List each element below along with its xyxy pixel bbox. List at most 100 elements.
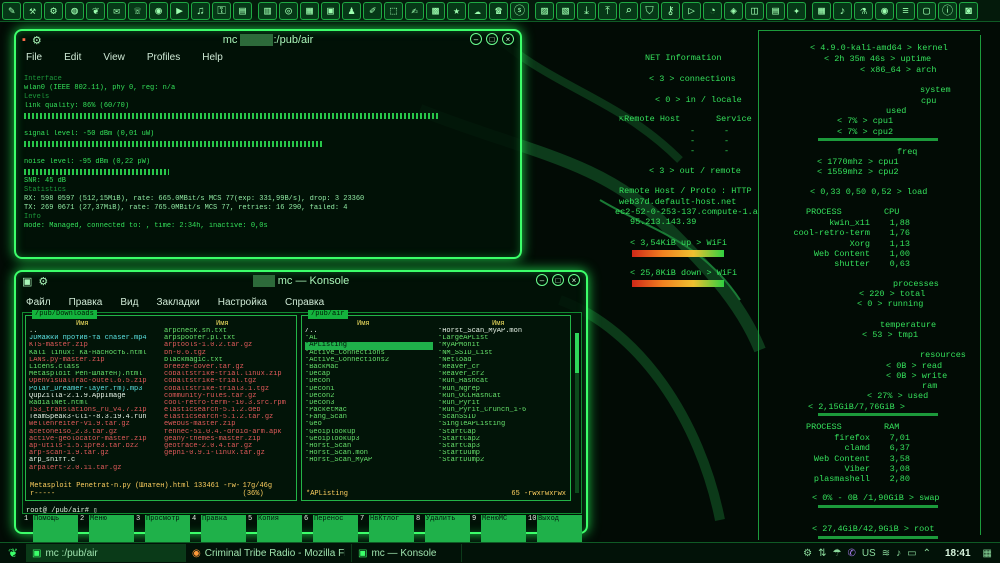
wavemon-titlebar[interactable]: ▪ ⚙ mc xxxxxx:/pub/air – □ × <box>16 31 520 49</box>
scrollbar-thumb[interactable] <box>575 333 579 373</box>
list-item[interactable]: *Decon <box>305 378 433 385</box>
list-item[interactable]: *MyAPMonit <box>438 342 568 349</box>
list-item[interactable]: Kali linux: Ка-насность.html <box>29 350 159 357</box>
list-item[interactable]: geotrace-2.0.4.tar.gz <box>164 443 294 450</box>
eye-icon[interactable]: ◉ <box>875 1 894 20</box>
viber-tray-icon[interactable]: ✆ <box>847 548 855 559</box>
list-item[interactable]: breeze-cover.tar.gz <box>164 364 294 371</box>
wifi-tray-icon[interactable]: ≋ <box>882 548 890 559</box>
phone-icon[interactable]: ☎ <box>489 1 508 20</box>
list-item[interactable]: arp-scan-1.9.tar.gz <box>29 450 159 457</box>
list-item[interactable]: Metasploit Pen-Шлатен).html <box>29 371 159 378</box>
list-item[interactable]: arpcheck.sh.txt <box>164 328 294 335</box>
list-item[interactable]: .. <box>29 328 159 335</box>
scrollbar[interactable] <box>575 333 579 493</box>
list-item[interactable]: *Horst_Scan_MyAP.mon <box>438 328 568 335</box>
list-item[interactable]: cobaltstrike-trial3.1.tgz <box>164 386 294 393</box>
list-item[interactable]: *StartDump2 <box>438 457 568 464</box>
window-icon[interactable]: ▢ <box>917 1 936 20</box>
list-item[interactable]: *Run_Hashcat <box>438 378 568 385</box>
globe-icon[interactable]: ◍ <box>65 1 84 20</box>
chat-icon[interactable]: ☏ <box>128 1 147 20</box>
paint-icon[interactable]: ✐ <box>363 1 382 20</box>
lab-icon[interactable]: ⚗ <box>854 1 873 20</box>
list-item[interactable]: *Run_OCLHashCat <box>438 393 568 400</box>
book2-icon[interactable]: ▤ <box>766 1 785 20</box>
volume-tray-icon[interactable]: ♪ <box>896 548 901 559</box>
list-item[interactable]: community-rules.tar.gz <box>164 393 294 400</box>
list-item[interactable]: bh-0.6.tgz <box>164 350 294 357</box>
upload-icon[interactable]: ⤒ <box>598 1 617 20</box>
list-item[interactable]: *Netload <box>438 357 568 364</box>
sound-icon[interactable]: ♪ <box>833 1 852 20</box>
search-icon[interactable]: ⌕ <box>619 1 638 20</box>
maximize-icon[interactable]: □ <box>486 33 498 45</box>
menu-settings[interactable]: Настройка <box>218 297 267 308</box>
list-item[interactable]: cobaltstrike-trial.tgz <box>164 378 294 385</box>
taskbar-task[interactable]: ▣ mc :/pub/air <box>26 544 186 562</box>
book-icon[interactable]: ▧ <box>556 1 575 20</box>
list-item[interactable]: LANs.py-master.zip <box>29 357 159 364</box>
list-item[interactable]: *Horst_Scan <box>305 443 433 450</box>
ham-icon[interactable]: ◫ <box>745 1 764 20</box>
close-icon[interactable]: × <box>568 274 580 286</box>
music-icon[interactable]: ♫ <box>191 1 210 20</box>
mixer-icon[interactable]: ≡ <box>896 1 915 20</box>
settings-icon[interactable]: ⚙ <box>44 1 63 20</box>
menu-bookmarks[interactable]: Закладки <box>156 297 199 308</box>
network-tray-icon[interactable]: ⇅ <box>818 548 826 559</box>
taskbar-task[interactable]: ▣ mc — Konsole <box>352 544 462 562</box>
list-item[interactable]: geany-themes-master.zip <box>164 436 294 443</box>
list-item[interactable]: *BackMac <box>305 364 433 371</box>
desktop-icon[interactable]: ▦ <box>983 548 992 559</box>
menu-help[interactable]: Справка <box>285 297 324 308</box>
kali-menu-icon[interactable]: ❦ <box>0 546 26 560</box>
key-icon[interactable]: ⚷ <box>661 1 680 20</box>
list-item[interactable]: cool-retro-term--10.3.src.rpm <box>164 400 294 407</box>
web-icon[interactable]: ◎ <box>279 1 298 20</box>
list-item[interactable]: KTS-master.zip <box>29 342 159 349</box>
list-item[interactable]: *LargeAPList <box>438 335 568 342</box>
note-icon[interactable]: ✍ <box>405 1 424 20</box>
list-item[interactable]: ap-utils-1.5.1pre3.tar.bz2 <box>29 443 159 450</box>
list-item[interactable]: acetoneiso_2.3.tar.gz <box>29 429 159 436</box>
list-item[interactable]: *APListing <box>305 342 433 350</box>
camera-icon[interactable]: ◉ <box>149 1 168 20</box>
info-icon[interactable]: ⓘ <box>938 1 957 20</box>
list-item[interactable]: *Active_Connections2 <box>305 357 433 364</box>
clock[interactable]: 18:41 <box>945 548 971 559</box>
menu-file[interactable]: File <box>26 52 42 63</box>
disk-icon[interactable]: ⬚ <box>384 1 403 20</box>
mail-icon[interactable]: ✉ <box>107 1 126 20</box>
list-item[interactable]: *Run_Pyrit_Crunch_1-6 <box>438 407 568 414</box>
gear2-icon[interactable]: ✦ <box>787 1 806 20</box>
file-icon[interactable]: ▤ <box>233 1 252 20</box>
taskbar-task[interactable]: ◉ Criminal Tribe Radio - Mozilla Fir... <box>186 544 352 562</box>
list-item[interactable]: *NM_SSID_List <box>438 350 568 357</box>
menu-file[interactable]: Файл <box>26 297 51 308</box>
chart-icon[interactable]: ▦ <box>300 1 319 20</box>
menu-view[interactable]: View <box>103 52 125 63</box>
list-item[interactable]: *StartCap2 <box>438 436 568 443</box>
list-item[interactable]: gephi-0.9.1-linux.tar.gz <box>164 450 294 457</box>
keyboard-layout[interactable]: US <box>862 548 876 559</box>
list-item[interactable]: *Run_Ngrep <box>438 386 568 393</box>
terminal-icon[interactable]: ▣ <box>321 1 340 20</box>
menu-view[interactable]: Вид <box>120 297 138 308</box>
list-item[interactable]: *Run_Pyrit <box>438 400 568 407</box>
menu-edit[interactable]: Edit <box>64 52 81 63</box>
minimize-icon[interactable]: – <box>536 274 548 286</box>
list-item[interactable]: TS3_translations_ru_v4.7.zip <box>29 407 159 414</box>
list-item[interactable]: *SingleAPListing <box>438 421 568 428</box>
video-icon[interactable]: ▶ <box>170 1 189 20</box>
list-item[interactable]: *PacketMac <box>305 407 433 414</box>
list-item[interactable]: Polar_Dreamer-layer.fm).mp3 <box>29 386 159 393</box>
right-panel[interactable]: /pub/air Имя Имя /.. *AL *APListing *Active… <box>301 310 571 501</box>
list-item[interactable]: /.. <box>305 328 433 335</box>
list-item[interactable]: cobaltstrike-trial.linux.zip <box>164 371 294 378</box>
list-item[interactable]: *Geo <box>305 421 433 428</box>
list-item[interactable]: *Decon2 <box>305 393 433 400</box>
list-item[interactable]: *Fang_Scan <box>305 414 433 421</box>
folder-icon[interactable]: ▥ <box>258 1 277 20</box>
close-icon[interactable]: × <box>502 33 514 45</box>
